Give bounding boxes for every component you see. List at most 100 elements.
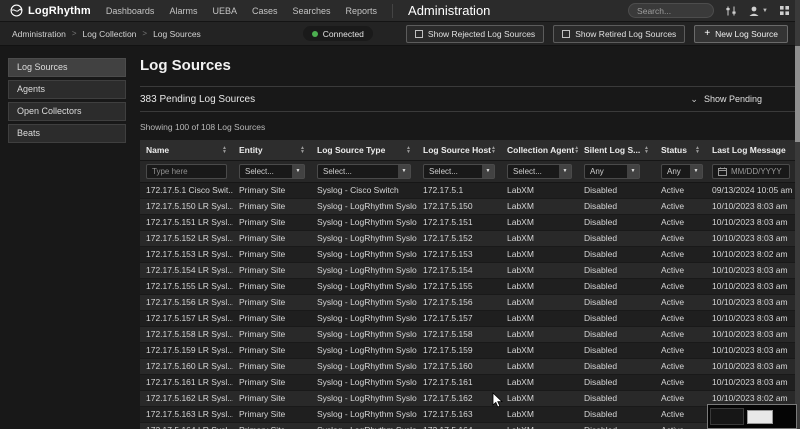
- column-header-silent-log-source[interactable]: Silent Log S...▲▼: [578, 140, 655, 160]
- nav-item-alarms[interactable]: Alarms: [169, 6, 197, 16]
- sort-icon[interactable]: ▲▼: [300, 146, 305, 154]
- table-cell: 10/10/2023 8:03 am: [706, 374, 796, 390]
- table-row[interactable]: 172.17.5.162 LR Sysl...Primary SiteSyslo…: [140, 390, 796, 406]
- column-header-status[interactable]: Status▲▼: [655, 140, 706, 160]
- log-source-host-filter-select[interactable]: Select...▼: [423, 164, 495, 179]
- table-row[interactable]: 172.17.5.151 LR Sysl...Primary SiteSyslo…: [140, 214, 796, 230]
- log-source-type-filter-select[interactable]: Select...▼: [317, 164, 411, 179]
- show-rejected-checkbox-button[interactable]: Show Rejected Log Sources: [406, 25, 544, 43]
- checkbox-icon[interactable]: [415, 30, 423, 38]
- table-cell: Primary Site: [233, 342, 311, 358]
- page-title: Log Sources: [140, 57, 796, 74]
- table-cell: Active: [655, 358, 706, 374]
- table-cell: LabXM: [501, 342, 578, 358]
- nav-item-administration[interactable]: Administration: [408, 3, 490, 18]
- table-cell: 172.17.5.160 LR Sysl...: [140, 358, 233, 374]
- table-row[interactable]: 172.17.5.160 LR Sysl...Primary SiteSyslo…: [140, 358, 796, 374]
- table-cell: Disabled: [578, 422, 655, 429]
- table-cell: Disabled: [578, 390, 655, 406]
- column-header-name[interactable]: Name▲▼: [140, 140, 233, 160]
- scrollbar-thumb[interactable]: [795, 46, 800, 142]
- table-cell: 172.17.5.162: [417, 390, 501, 406]
- nav-item-ueba[interactable]: UEBA: [212, 6, 237, 16]
- nav-item-reports[interactable]: Reports: [346, 6, 378, 16]
- table-row[interactable]: 172.17.5.157 LR Sysl...Primary SiteSyslo…: [140, 310, 796, 326]
- logrhythm-brand[interactable]: LogRhythm: [10, 4, 91, 17]
- table-row[interactable]: 172.17.5.152 LR Sysl...Primary SiteSyslo…: [140, 230, 796, 246]
- column-header-collection-agent[interactable]: Collection Agent▲▼: [501, 140, 578, 160]
- column-header-entity[interactable]: Entity▲▼: [233, 140, 311, 160]
- breadcrumb-log-collection[interactable]: Log Collection: [83, 29, 137, 39]
- table-cell: 172.17.5.157 LR Sysl...: [140, 310, 233, 326]
- table-row[interactable]: 172.17.5.150 LR Sysl...Primary SiteSyslo…: [140, 198, 796, 214]
- chevron-down-icon: ⌄: [690, 96, 698, 102]
- table-row[interactable]: 172.17.5.163 LR Sysl...Primary SiteSyslo…: [140, 406, 796, 422]
- table-row[interactable]: 172.17.5.164 LR Sysl...Primary SiteSyslo…: [140, 422, 796, 429]
- table-row[interactable]: 172.17.5.161 LR Sysl...Primary SiteSyslo…: [140, 374, 796, 390]
- table-cell: Disabled: [578, 246, 655, 262]
- search-input[interactable]: Search...: [628, 3, 714, 18]
- sort-icon[interactable]: ▲▼: [406, 146, 411, 154]
- table-cell: Active: [655, 182, 706, 198]
- vertical-scrollbar[interactable]: [795, 0, 800, 429]
- table-cell: Disabled: [578, 374, 655, 390]
- new-log-source-button[interactable]: + New Log Source: [694, 25, 788, 43]
- apps-grid-icon[interactable]: [779, 5, 790, 16]
- nav-item-searches[interactable]: Searches: [292, 6, 330, 16]
- sort-icon[interactable]: ▲▼: [491, 146, 496, 154]
- last-log-date-filter[interactable]: MM/DD/YYYY: [712, 164, 790, 179]
- table-cell: Primary Site: [233, 406, 311, 422]
- sidebar-item-beats[interactable]: Beats: [8, 124, 126, 143]
- table-cell: LabXM: [501, 358, 578, 374]
- table-cell: LabXM: [501, 182, 578, 198]
- table-cell: LabXM: [501, 278, 578, 294]
- table-row[interactable]: 172.17.5.156 LR Sysl...Primary SiteSyslo…: [140, 294, 796, 310]
- checkbox-icon[interactable]: [562, 30, 570, 38]
- table-row[interactable]: 172.17.5.153 LR Sysl...Primary SiteSyslo…: [140, 246, 796, 262]
- sort-icon[interactable]: ▲▼: [222, 146, 227, 154]
- table-cell: 172.17.5.155: [417, 278, 501, 294]
- table-cell: 10/10/2023 8:03 am: [706, 342, 796, 358]
- nav-item-cases[interactable]: Cases: [252, 6, 278, 16]
- entity-filter-select[interactable]: Select...▼: [239, 164, 305, 179]
- collection-agent-filter-select[interactable]: Select...▼: [507, 164, 572, 179]
- table-cell: Primary Site: [233, 182, 311, 198]
- caret-down-icon: ▼: [292, 165, 304, 178]
- name-filter-input[interactable]: Type here: [146, 164, 227, 179]
- column-header-log-source-type[interactable]: Log Source Type▲▼: [311, 140, 417, 160]
- table-row[interactable]: 172.17.5.159 LR Sysl...Primary SiteSyslo…: [140, 342, 796, 358]
- table-cell: 172.17.5.158 LR Sysl...: [140, 326, 233, 342]
- brand-label: LogRhythm: [28, 5, 91, 17]
- table-row[interactable]: 172.17.5.1 Cisco Swit...Primary SiteSysl…: [140, 182, 796, 198]
- connected-status-badge: Connected: [303, 26, 373, 41]
- column-header-log-source-host[interactable]: Log Source Host▲▼: [417, 140, 501, 160]
- show-retired-checkbox-button[interactable]: Show Retired Log Sources: [553, 25, 685, 43]
- table-cell: LabXM: [501, 390, 578, 406]
- filter-sliders-icon[interactable]: [725, 5, 737, 17]
- sort-icon[interactable]: ▲▼: [695, 146, 700, 154]
- breadcrumb-log-sources[interactable]: Log Sources: [153, 29, 201, 39]
- table-cell: 10/10/2023 8:03 am: [706, 294, 796, 310]
- breadcrumb-administration[interactable]: Administration: [12, 29, 66, 39]
- table-row[interactable]: 172.17.5.155 LR Sysl...Primary SiteSyslo…: [140, 278, 796, 294]
- table-cell: Active: [655, 230, 706, 246]
- sidebar-item-log-sources[interactable]: Log Sources: [8, 58, 126, 77]
- table-cell: 172.17.5.156: [417, 294, 501, 310]
- column-header-last-log-message[interactable]: Last Log Message: [706, 140, 796, 160]
- status-filter-select[interactable]: Any▼: [661, 164, 703, 179]
- main-panel: Log Sources 383 Pending Log Sources ⌄ Sh…: [126, 54, 796, 429]
- sidebar-item-open-collectors[interactable]: Open Collectors: [8, 102, 126, 121]
- user-menu-icon[interactable]: ▼: [748, 5, 768, 17]
- table-row[interactable]: 172.17.5.158 LR Sysl...Primary SiteSyslo…: [140, 326, 796, 342]
- table-cell: Disabled: [578, 230, 655, 246]
- table-cell: Primary Site: [233, 294, 311, 310]
- table-row[interactable]: 172.17.5.154 LR Sysl...Primary SiteSyslo…: [140, 262, 796, 278]
- sort-icon[interactable]: ▲▼: [574, 146, 578, 154]
- nav-item-dashboards[interactable]: Dashboards: [106, 6, 155, 16]
- silent-log-filter-select[interactable]: Any▼: [584, 164, 640, 179]
- sidebar-item-agents[interactable]: Agents: [8, 80, 126, 99]
- table-cell: 10/10/2023 8:03 am: [706, 278, 796, 294]
- show-pending-toggle[interactable]: ⌄ Show Pending: [690, 94, 762, 104]
- sort-icon[interactable]: ▲▼: [644, 146, 649, 154]
- table-cell: Active: [655, 214, 706, 230]
